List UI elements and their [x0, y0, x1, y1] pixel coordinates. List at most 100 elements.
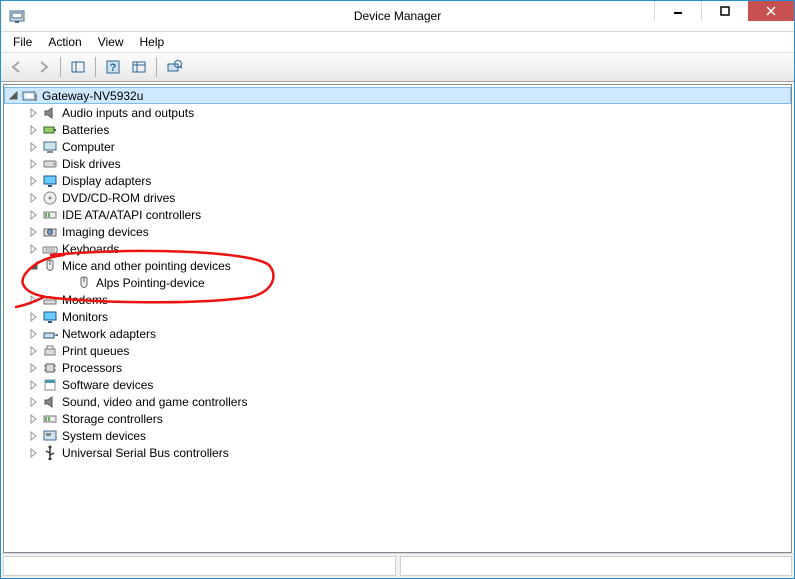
menu-view[interactable]: View — [90, 33, 132, 51]
expand-icon[interactable] — [28, 209, 40, 221]
root-icon — [22, 88, 38, 104]
toolbar-separator — [95, 57, 96, 77]
collapse-icon[interactable] — [8, 90, 20, 102]
expand-icon[interactable] — [28, 362, 40, 374]
expand-icon[interactable] — [28, 413, 40, 425]
tree-category-dvd[interactable]: DVD/CD-ROM drives — [4, 189, 791, 206]
collapse-icon[interactable] — [28, 260, 40, 272]
node-label: Network adapters — [62, 327, 156, 341]
tree-category-usb[interactable]: Universal Serial Bus controllers — [4, 444, 791, 461]
scan-hardware-button[interactable] — [162, 55, 186, 79]
expand-icon[interactable] — [28, 158, 40, 170]
expand-icon[interactable] — [28, 447, 40, 459]
back-button[interactable] — [5, 55, 29, 79]
node-label: Batteries — [62, 123, 109, 137]
show-hide-console-tree-button[interactable] — [66, 55, 90, 79]
node-label: Gateway-NV5932u — [42, 89, 143, 103]
tree-category-storage[interactable]: Storage controllers — [4, 410, 791, 427]
expand-icon[interactable] — [28, 175, 40, 187]
node-label: Print queues — [62, 344, 129, 358]
tree-category-software[interactable]: Software devices — [4, 376, 791, 393]
expand-icon[interactable] — [28, 379, 40, 391]
menu-file[interactable]: File — [5, 33, 40, 51]
status-panel-left — [3, 556, 396, 576]
computer-icon — [42, 139, 58, 155]
expand-icon[interactable] — [28, 141, 40, 153]
print-icon — [42, 343, 58, 359]
properties-button[interactable] — [127, 55, 151, 79]
usb-icon — [42, 445, 58, 461]
node-label: Audio inputs and outputs — [62, 106, 194, 120]
keyboards-icon — [42, 241, 58, 257]
node-label: Disk drives — [62, 157, 121, 171]
processors-icon — [42, 360, 58, 376]
tree-category-computer[interactable]: Computer — [4, 138, 791, 155]
tree-category-audio[interactable]: Audio inputs and outputs — [4, 104, 791, 121]
maximize-button[interactable] — [701, 1, 748, 21]
tree-category-ide[interactable]: IDE ATA/ATAPI controllers — [4, 206, 791, 223]
node-label: Monitors — [62, 310, 108, 324]
close-button[interactable] — [748, 1, 794, 21]
tree-category-display[interactable]: Display adapters — [4, 172, 791, 189]
tree-category-monitors[interactable]: Monitors — [4, 308, 791, 325]
tree-category-network[interactable]: Network adapters — [4, 325, 791, 342]
tree-category-system[interactable]: System devices — [4, 427, 791, 444]
imaging-icon — [42, 224, 58, 240]
tree-category-imaging[interactable]: Imaging devices — [4, 223, 791, 240]
menu-help[interactable]: Help — [132, 33, 173, 51]
tree-category-mice[interactable]: Mice and other pointing devices — [4, 257, 791, 274]
display-icon — [42, 173, 58, 189]
titlebar: Device Manager — [1, 1, 794, 32]
expand-icon[interactable] — [28, 396, 40, 408]
toolbar-separator — [60, 57, 61, 77]
tree-root-node[interactable]: Gateway-NV5932u — [4, 87, 791, 104]
expand-icon[interactable] — [28, 124, 40, 136]
audio-icon — [42, 105, 58, 121]
svg-text:?: ? — [110, 62, 117, 74]
expand-icon[interactable] — [28, 328, 40, 340]
toolbar-separator — [156, 57, 157, 77]
content-area: Gateway-NV5932u Audio inputs and outputs B… — [1, 82, 794, 553]
tree-category-sound[interactable]: Sound, video and game controllers — [4, 393, 791, 410]
tree-category-disk[interactable]: Disk drives — [4, 155, 791, 172]
expand-icon[interactable] — [28, 243, 40, 255]
app-icon — [7, 6, 27, 26]
tree-category-print[interactable]: Print queues — [4, 342, 791, 359]
ide-icon — [42, 207, 58, 223]
node-label: Keyboards — [62, 242, 119, 256]
expand-icon[interactable] — [28, 345, 40, 357]
expand-icon[interactable] — [28, 192, 40, 204]
toolbar: ? — [1, 52, 794, 82]
system-icon — [42, 428, 58, 444]
statusbar — [1, 553, 794, 578]
tree-category-batteries[interactable]: Batteries — [4, 121, 791, 138]
monitors-icon — [42, 309, 58, 325]
tree-category-modems[interactable]: Modems — [4, 291, 791, 308]
tree-category-keyboards[interactable]: Keyboards — [4, 240, 791, 257]
expand-icon[interactable] — [28, 226, 40, 238]
alps-icon — [76, 275, 92, 291]
device-tree-pane[interactable]: Gateway-NV5932u Audio inputs and outputs B… — [3, 84, 792, 553]
tree-device-alps[interactable]: Alps Pointing-device — [4, 274, 791, 291]
help-button[interactable]: ? — [101, 55, 125, 79]
node-label: Imaging devices — [62, 225, 149, 239]
expand-icon[interactable] — [28, 430, 40, 442]
expand-icon[interactable] — [28, 294, 40, 306]
minimize-button[interactable] — [654, 1, 701, 21]
expand-icon[interactable] — [28, 107, 40, 119]
node-label: Alps Pointing-device — [96, 276, 205, 290]
device-tree: Gateway-NV5932u Audio inputs and outputs B… — [4, 85, 791, 463]
expand-icon[interactable] — [28, 311, 40, 323]
disk-icon — [42, 156, 58, 172]
forward-button[interactable] — [31, 55, 55, 79]
node-label: Processors — [62, 361, 122, 375]
mice-icon — [42, 258, 58, 274]
node-label: DVD/CD-ROM drives — [62, 191, 175, 205]
network-icon — [42, 326, 58, 342]
tree-category-processors[interactable]: Processors — [4, 359, 791, 376]
menubar: File Action View Help — [1, 32, 794, 52]
window-controls — [654, 1, 794, 21]
node-label: Mice and other pointing devices — [62, 259, 231, 273]
menu-action[interactable]: Action — [40, 33, 89, 51]
node-label: Sound, video and game controllers — [62, 395, 247, 409]
